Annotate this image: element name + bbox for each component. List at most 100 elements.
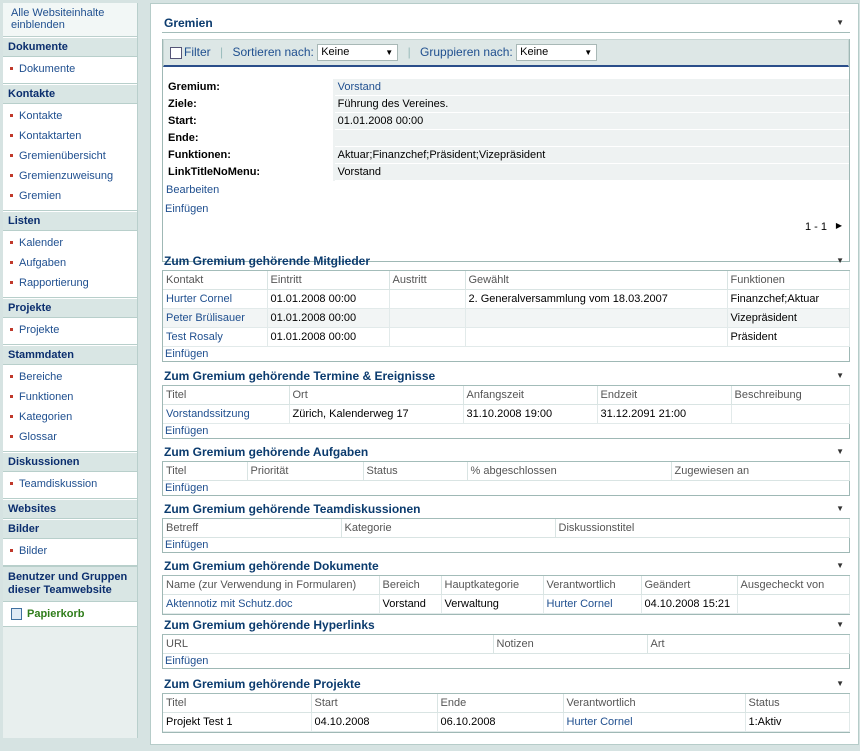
webpart-menu-icon[interactable]: ▼ <box>836 557 844 575</box>
table-cell[interactable]: Test Rosaly <box>163 327 268 347</box>
sidebar-item[interactable]: Funktionen <box>3 387 137 407</box>
sidebar-item[interactable]: Kalender <box>3 233 137 253</box>
table-cell[interactable]: Hurter Cornel <box>543 594 642 614</box>
nav-section-1-header[interactable]: Kontakte <box>3 84 137 104</box>
add-link[interactable]: Einfügen <box>163 424 849 438</box>
webpart-menu-icon[interactable]: ▼ <box>836 14 844 32</box>
add-link[interactable]: Einfügen <box>163 202 849 216</box>
column-header[interactable]: Endzeit <box>597 386 732 405</box>
column-header[interactable]: Eintritt <box>267 271 390 290</box>
sort-select[interactable]: Keine ▼ <box>317 44 399 62</box>
webpart-menu-icon[interactable]: ▼ <box>836 367 844 385</box>
bullet-icon <box>10 374 13 378</box>
sidebar-item[interactable]: Gremien <box>3 186 137 206</box>
sidebar-item[interactable]: Dokumente <box>3 59 137 79</box>
webpart-menu-icon[interactable]: ▼ <box>836 616 844 634</box>
nav-section-4-header[interactable]: Stammdaten <box>3 345 137 365</box>
column-header[interactable]: Notizen <box>493 635 648 654</box>
add-link[interactable]: Einfügen <box>163 538 849 552</box>
nav-section-2-header[interactable]: Listen <box>3 211 137 231</box>
column-header[interactable]: Zugewiesen an <box>671 462 850 481</box>
column-header[interactable]: Titel <box>163 462 248 481</box>
sidebar-item[interactable]: Bilder <box>3 541 137 561</box>
webpart-menu-icon[interactable]: ▼ <box>836 443 844 461</box>
add-link[interactable]: Einfügen <box>163 654 849 668</box>
table-cell[interactable]: Vorstandssitzung <box>163 404 290 424</box>
webpart-menu-icon[interactable]: ▼ <box>836 252 844 270</box>
table-cell[interactable]: Aktennotiz mit Schutz.doc <box>163 594 380 614</box>
table-cell[interactable]: Peter Brülisauer <box>163 308 268 328</box>
bullet-icon <box>10 153 13 157</box>
table-cell <box>465 327 728 347</box>
detail-row: Gremium: Vorstand <box>165 79 849 96</box>
header-row: Titel Start Ende Verantwortlich Status <box>163 694 850 713</box>
nav-section-0-header[interactable]: Dokumente <box>3 37 137 57</box>
sidebar-item[interactable]: Kontaktarten <box>3 126 137 146</box>
column-header[interactable]: Geändert <box>641 576 738 595</box>
column-header[interactable]: Status <box>745 694 850 713</box>
webpart-menu-icon[interactable]: ▼ <box>836 675 844 693</box>
nav-section-5-header[interactable]: Diskussionen <box>3 452 137 472</box>
nav-section-7-header[interactable]: Bilder <box>3 519 137 539</box>
column-header[interactable]: Verantwortlich <box>543 576 642 595</box>
sidebar-item[interactable]: Glossar <box>3 427 137 447</box>
column-header[interactable]: URL <box>163 635 494 654</box>
projekte-body: Titel Start Ende Verantwortlich Status Projek… <box>162 694 850 733</box>
view-all-site-content-link[interactable]: Alle Websiteinhalte einblenden <box>3 3 137 37</box>
sidebar-item[interactable]: Kontakte <box>3 106 137 126</box>
group-select[interactable]: Keine ▼ <box>516 44 598 62</box>
recycle-bin-link[interactable]: Papierkorb <box>3 602 137 627</box>
field-value: Aktuar;Finanzchef;Präsident;Vizepräsiden… <box>333 146 849 164</box>
sidebar-item[interactable]: Rapportierung <box>3 273 137 293</box>
sidebar-item[interactable]: Bereiche <box>3 367 137 387</box>
column-header[interactable]: Art <box>647 635 850 654</box>
bullet-icon <box>10 434 13 438</box>
nav-section-3-header[interactable]: Projekte <box>3 298 137 318</box>
table-row: Vorstandssitzung Zürich, Kalenderweg 17 31… <box>163 404 850 424</box>
column-header[interactable]: Start <box>311 694 438 713</box>
column-header[interactable]: Gewählt <box>465 271 728 290</box>
table-cell[interactable]: Hurter Cornel <box>563 712 746 732</box>
column-header[interactable]: Kategorie <box>341 519 556 538</box>
column-header[interactable]: Anfangszeit <box>463 386 598 405</box>
column-header[interactable]: Kontakt <box>163 271 268 290</box>
column-header[interactable]: Ort <box>289 386 464 405</box>
column-header[interactable]: Ende <box>437 694 564 713</box>
gremien-webpart: Gremien ▼ Filter | Sortieren nach: Keine… <box>162 14 850 262</box>
filter-button[interactable]: Filter <box>184 45 211 59</box>
column-header[interactable]: Beschreibung <box>731 386 850 405</box>
column-header[interactable]: Funktionen <box>727 271 850 290</box>
column-header[interactable]: Titel <box>163 386 290 405</box>
field-label: Ziele: <box>165 95 335 113</box>
column-header[interactable]: Verantwortlich <box>563 694 746 713</box>
webpart-title-text: Zum Gremium gehörende Dokumente <box>164 559 379 573</box>
nav-section-6-header[interactable]: Websites <box>3 499 137 519</box>
column-header[interactable]: Ausgecheckt von <box>737 576 850 595</box>
add-link[interactable]: Einfügen <box>163 481 849 495</box>
column-header[interactable]: Priorität <box>247 462 364 481</box>
table-cell[interactable]: Hurter Cornel <box>163 289 268 309</box>
webpart-menu-icon[interactable]: ▼ <box>836 500 844 518</box>
sidebar-item[interactable]: Kategorien <box>3 407 137 427</box>
column-header[interactable]: Status <box>363 462 468 481</box>
sidebar-item[interactable]: Aufgaben <box>3 253 137 273</box>
field-value[interactable]: Vorstand <box>333 79 849 96</box>
column-header[interactable]: Austritt <box>389 271 466 290</box>
sidebar-item[interactable]: Gremienzuweisung <box>3 166 137 186</box>
add-link[interactable]: Einfügen <box>163 347 849 361</box>
sidebar-item[interactable]: Gremienübersicht <box>3 146 137 166</box>
column-header[interactable]: Name (zur Verwendung in Formularen) <box>163 576 380 595</box>
column-header[interactable]: Diskussionstitel <box>555 519 850 538</box>
dokumente-body: Name (zur Verwendung in Formularen) Berei… <box>162 576 850 615</box>
column-header[interactable]: Bereich <box>379 576 442 595</box>
column-header[interactable]: Hauptkategorie <box>441 576 544 595</box>
column-header[interactable]: Titel <box>163 694 312 713</box>
column-header[interactable]: % abgeschlossen <box>467 462 672 481</box>
edit-link[interactable]: Bearbeiten <box>163 183 849 197</box>
sidebar-item[interactable]: Teamdiskussion <box>3 474 137 494</box>
next-page-icon[interactable]: ▶ <box>836 221 842 230</box>
filter-icon[interactable] <box>170 46 182 59</box>
users-groups-link[interactable]: Benutzer und Gruppen dieser Teamwebsite <box>3 566 137 602</box>
sidebar-item[interactable]: Projekte <box>3 320 137 340</box>
column-header[interactable]: Betreff <box>163 519 342 538</box>
